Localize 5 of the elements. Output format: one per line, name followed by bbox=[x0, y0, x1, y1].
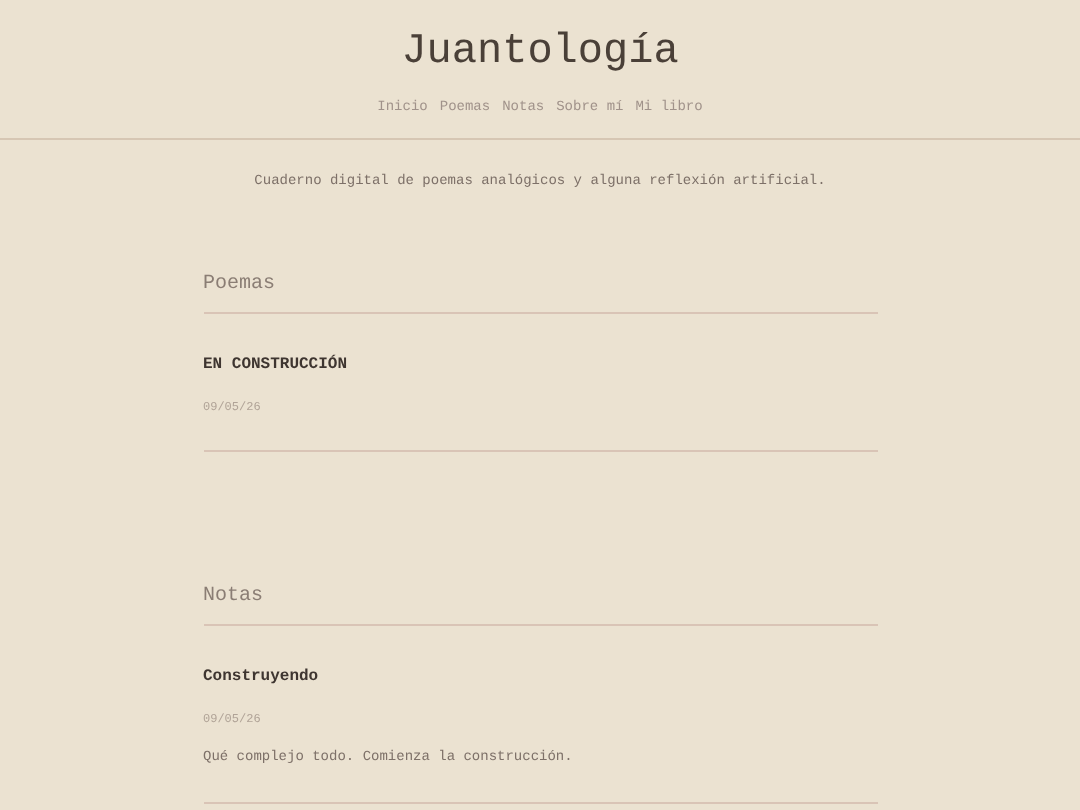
entry-title-link[interactable]: EN CONSTRUCCIÓN bbox=[203, 354, 348, 376]
section-heading: Poemas bbox=[203, 272, 877, 314]
section-heading: Notas bbox=[203, 584, 877, 626]
entry-title-link[interactable]: Construyendo bbox=[203, 666, 319, 688]
site-title: Juantología bbox=[399, 28, 681, 80]
